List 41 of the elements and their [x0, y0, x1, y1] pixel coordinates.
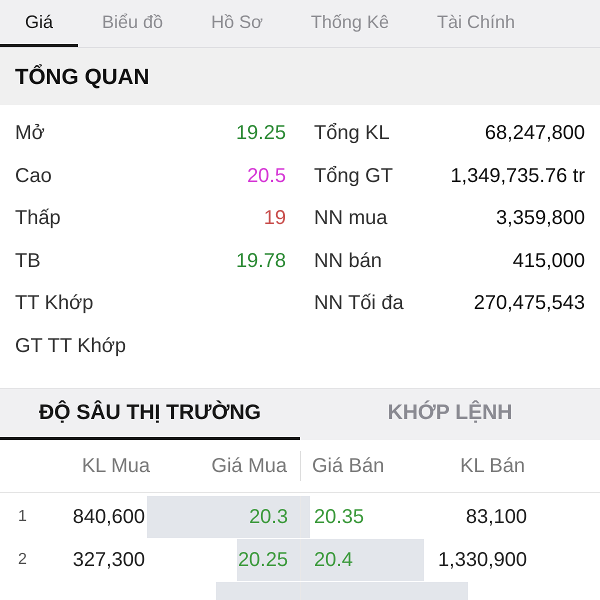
tab[interactable]: Thống Kê — [286, 0, 413, 47]
row-index: 1 — [18, 507, 27, 527]
tab[interactable]: KHỚP LỆNH — [300, 389, 600, 440]
stat-label: GT TT Khớp — [15, 334, 126, 359]
stat-label: Tổng KL — [314, 121, 390, 146]
stat-label: NN Tối đa — [314, 291, 404, 316]
stat-label: TT Khớp — [15, 291, 94, 316]
column-header: Giá Bán — [312, 454, 384, 479]
price-cell-text: 20.4 — [314, 548, 353, 573]
stat-label: NN bán — [314, 248, 382, 274]
stat-label: NN mua — [314, 206, 388, 232]
stat-value: 415,000 — [512, 248, 585, 274]
stat-value: 19 — [264, 206, 286, 232]
price-cell-text: 20.35 — [314, 505, 364, 530]
stat-value: 270,475,543 — [474, 291, 585, 316]
stat-value: 20.5 — [247, 164, 286, 189]
volume-cell-text: 83,100 — [466, 505, 527, 530]
tab[interactable]: ĐỘ SÂU THỊ TRƯỜNG — [0, 389, 300, 440]
column-header: Giá Mua — [211, 454, 287, 479]
stat-label: TB — [15, 248, 41, 274]
row-index: 2 — [18, 550, 27, 570]
stat-label: Tổng GT — [314, 164, 393, 189]
stat-value: 3,359,800 — [496, 206, 585, 232]
tab[interactable]: Hồ Sơ — [187, 0, 287, 47]
stat-label: Mở — [15, 121, 45, 146]
stat-label: Thấp — [15, 206, 61, 232]
tab[interactable]: Biểu đồ — [78, 0, 188, 47]
volume-cell-text: 840,600 — [72, 505, 145, 530]
column-header: KL Mua — [82, 454, 150, 479]
stat-label: Cao — [15, 164, 52, 189]
stat-value: 1,349,735.76 tr — [450, 164, 585, 189]
stat-value: 19.78 — [236, 248, 286, 274]
stat-value: 68,247,800 — [484, 121, 585, 146]
section-title: TỔNG QUAN — [15, 63, 150, 91]
volume-cell-text: 327,300 — [72, 548, 145, 573]
price-cell-text: 20.25 — [238, 548, 288, 573]
volume-cell-text: 1,330,900 — [438, 548, 527, 573]
tab[interactable]: Tài Chính — [412, 0, 540, 47]
column-header: KL Bán — [460, 454, 525, 479]
price-cell-text: 20.3 — [249, 505, 288, 530]
stat-value: 19.25 — [236, 121, 286, 146]
